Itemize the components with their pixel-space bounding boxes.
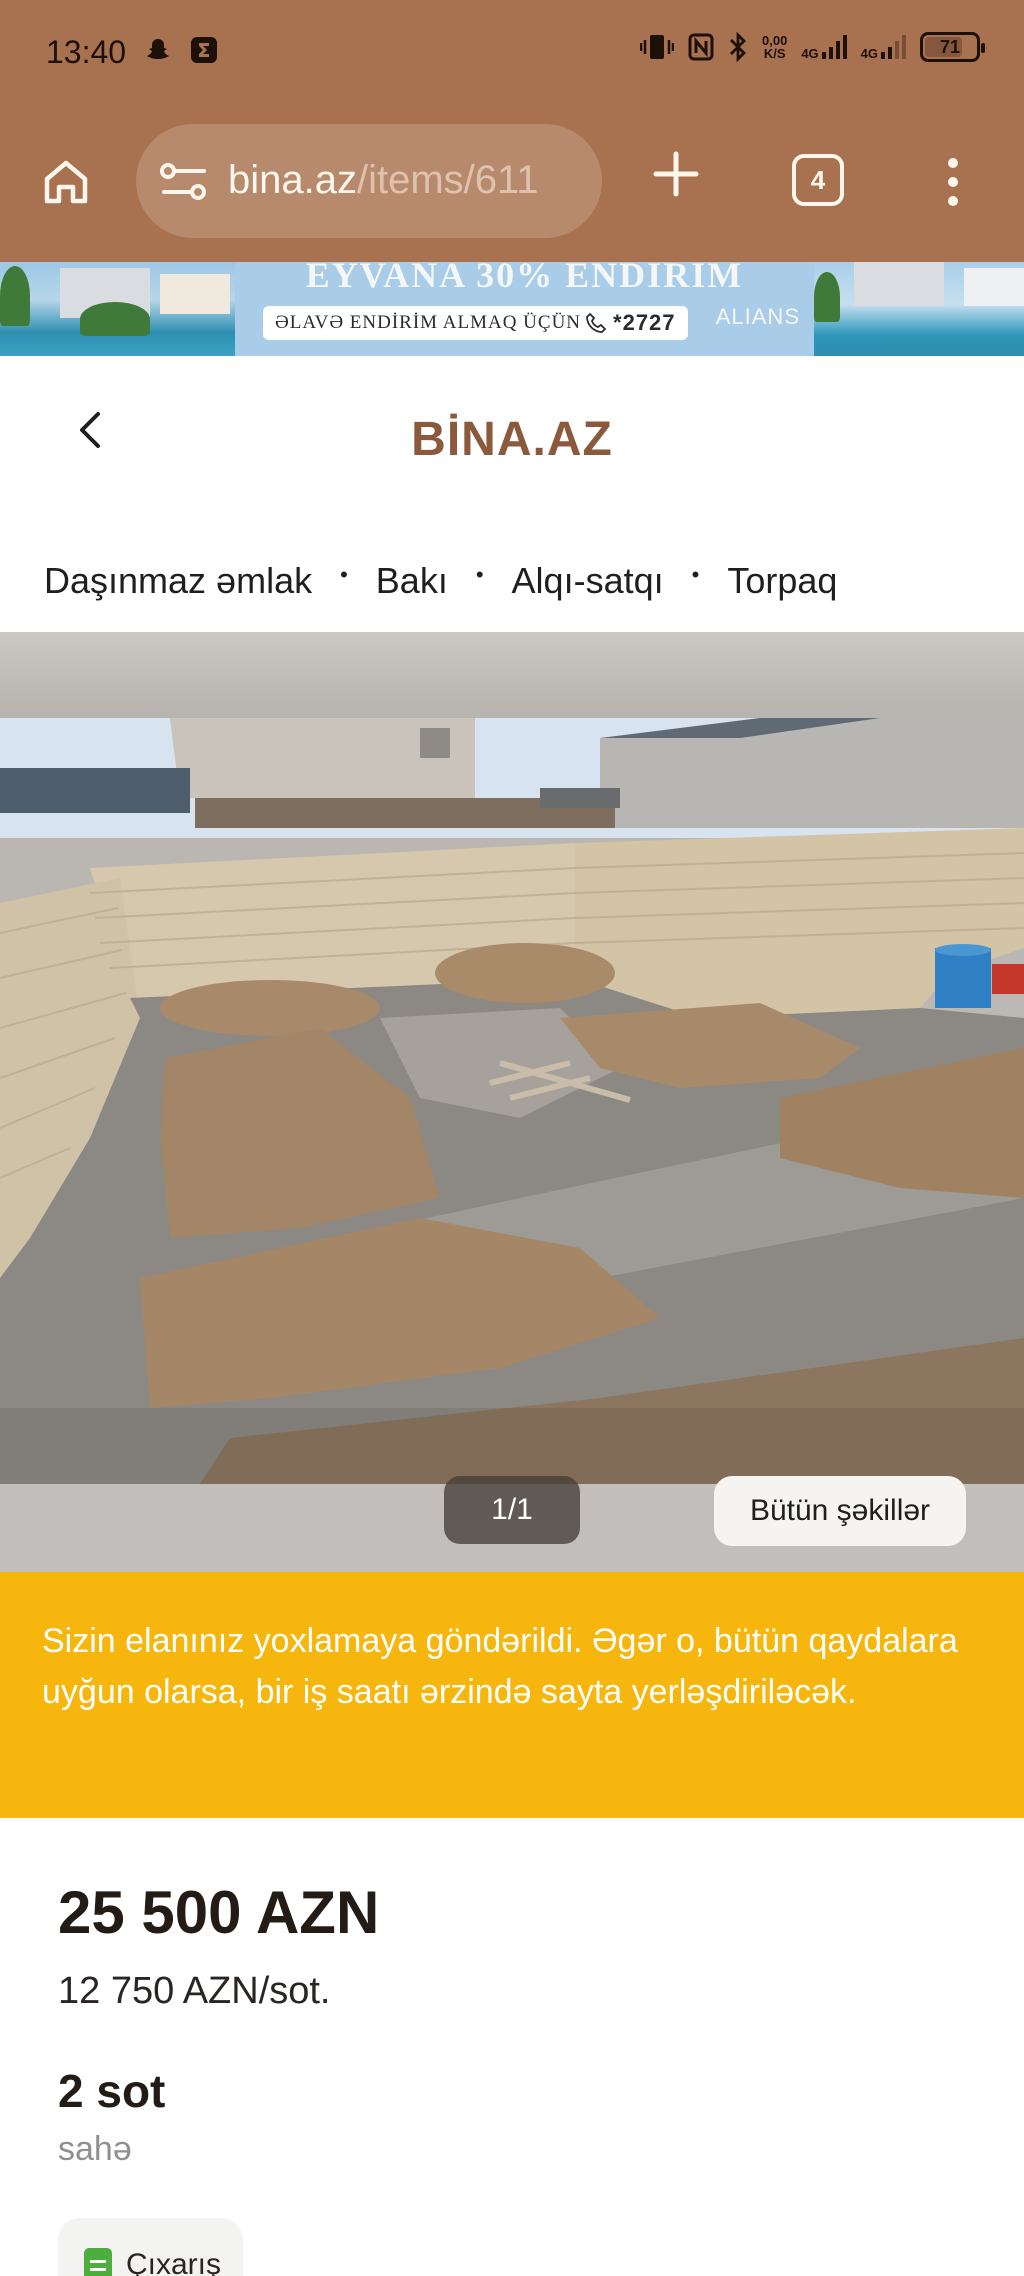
breadcrumb-separator: • [475, 562, 484, 587]
browser-toolbar: bina.az/items/611 4 [0, 110, 1024, 250]
tab-switcher-button[interactable]: 4 [792, 154, 844, 206]
status-time: 13:40 [46, 34, 127, 70]
phone-icon [586, 312, 607, 333]
site-settings-icon[interactable] [160, 162, 208, 202]
signal-icon [821, 35, 847, 59]
breadcrumb-separator: • [691, 562, 700, 587]
photo-counter: 1/1 [444, 1476, 580, 1544]
browser-menu-button[interactable] [938, 152, 968, 212]
url-text[interactable]: bina.az/items/611 [228, 158, 539, 203]
url-host: bina.az [228, 158, 357, 202]
net-speed-unit: K/S [763, 46, 786, 61]
breadcrumb: Daşınmaz əmlak • Bakı • Alqı-satqı • Tor… [44, 560, 837, 602]
home-icon [44, 160, 88, 204]
url-path: /items/611 [356, 158, 539, 202]
sim1-label: 4G [801, 46, 819, 61]
vibrate-icon [640, 35, 674, 59]
signal-sim1: 4G [801, 34, 847, 61]
breadcrumb-item[interactable]: Alqı-satqı [512, 560, 664, 602]
sim2-label: 4G [860, 46, 878, 61]
ad-banner[interactable]: EYVANA 30% ENDİRİM ƏLAVƏ ENDİRİM ALMAQ Ü… [0, 262, 1024, 356]
ad-photo-right [814, 262, 1024, 356]
status-icons: 0,00 K/S 4G 4G 71 [640, 32, 985, 62]
browser-chrome: 13:40 0,00 K/S 4G 4G 71 bina.az/items/61… [0, 0, 1024, 262]
breadcrumb-separator: • [340, 562, 348, 587]
ad-pill-text: ƏLAVƏ ENDİRİM ALMAQ ÜÇÜN [275, 312, 582, 333]
address-bar[interactable]: bina.az/items/611 [136, 124, 602, 238]
ad-photo-left [0, 262, 235, 356]
signal-sim2: 4G [861, 34, 906, 60]
home-button[interactable] [36, 152, 96, 212]
e-app-icon [191, 37, 217, 63]
status-bar: 13:40 0,00 K/S 4G 4G 71 [0, 0, 1024, 100]
document-badge: Çıxarış [58, 2218, 244, 2276]
all-photos-button[interactable]: Bütün şəkillər [714, 1476, 966, 1546]
battery-level: 71 [939, 36, 961, 57]
moderation-notice-text: Sizin elanınız yoxlamaya göndərildi. Əgə… [42, 1622, 958, 1711]
net-speed: 0,00 K/S [762, 34, 787, 60]
ad-headline: EYVANA 30% ENDİRİM [305, 262, 744, 295]
site-header: BİNA.AZ [0, 356, 1024, 506]
snapchat-icon [147, 39, 169, 59]
breadcrumb-item[interactable]: Bakı [376, 560, 448, 602]
document-badge-label: Çıxarış [126, 2248, 222, 2276]
breadcrumb-item[interactable]: Daşınmaz əmlak [44, 560, 312, 602]
nfc-icon [688, 33, 714, 61]
bluetooth-icon [730, 32, 746, 62]
breadcrumb-item[interactable]: Torpaq [727, 560, 837, 602]
photo-gallery[interactable]: 1/1 Bütün şəkillər [0, 632, 1024, 1572]
ad-phone: *2727 [613, 310, 676, 335]
site-logo[interactable]: BİNA.AZ [0, 412, 1024, 467]
document-icon [84, 2248, 112, 2276]
listing-price: 25 500 AZN [58, 1879, 380, 1946]
signal-icon [881, 35, 906, 59]
ad-pill: ƏLAVƏ ENDİRİM ALMAQ ÜÇÜN *2727 [263, 306, 688, 340]
new-tab-button[interactable] [648, 146, 704, 202]
price-per-unit: 12 750 AZN/sot. [58, 1970, 331, 2012]
battery-icon: 71 [920, 32, 985, 62]
listing-area: 2 sot [58, 2065, 166, 2117]
ad-text-block: EYVANA 30% ENDİRİM ƏLAVƏ ENDİRİM ALMAQ Ü… [235, 262, 814, 356]
ad-brand: ALIANS [715, 304, 800, 329]
listing-photo[interactable] [0, 718, 1024, 1484]
moderation-notice: Sizin elanınız yoxlamaya göndərildi. Əgə… [0, 1572, 1024, 1818]
tab-count: 4 [810, 164, 826, 195]
area-label: sahə [58, 2130, 132, 2168]
